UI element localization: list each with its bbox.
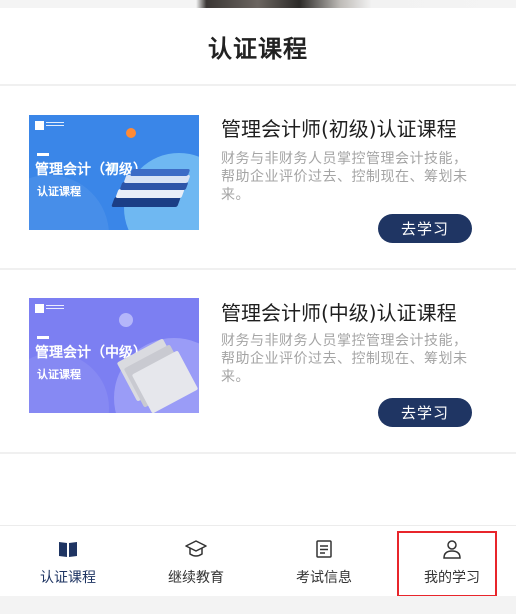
start-learning-button[interactable]: 去学习 — [378, 214, 472, 243]
tab-exam-info[interactable]: 考试信息 — [264, 526, 384, 596]
page-header: 认证课程 — [0, 8, 516, 84]
tab-label: 继续教育 — [168, 570, 224, 586]
tab-label: 我的学习 — [424, 570, 480, 586]
divider — [0, 452, 516, 454]
tab-continuing-education[interactable]: 继续教育 — [136, 526, 256, 596]
course-description: 财务与非财务人员掌控管理会计技能，帮助企业评价过去、控制现在、筹划未来。 — [221, 151, 468, 203]
course-thumbnail: 管理会计（中级） 认证课程 — [29, 298, 199, 413]
bottom-tab-bar: 认证课程 继续教育 考试信息 我的学习 — [0, 525, 516, 596]
tab-label: 考试信息 — [296, 570, 352, 586]
course-title: 管理会计师(初级)认证课程 — [221, 117, 457, 141]
start-learning-button[interactable]: 去学习 — [378, 398, 472, 427]
top-banner-image — [0, 0, 516, 8]
course-thumbnail: 管理会计（初级） 认证课程 — [29, 115, 199, 230]
course-card[interactable]: 管理会计（中级） 认证课程 管理会计师(中级)认证课程 财务与非财务人员掌控管理… — [0, 270, 516, 450]
tab-certification-courses[interactable]: 认证课程 — [8, 526, 128, 596]
course-description: 财务与非财务人员掌控管理会计技能，帮助企业评价过去、控制现在、筹划未来。 — [221, 333, 468, 385]
thumbnail-subtitle: 认证课程 — [37, 368, 81, 381]
course-card[interactable]: 管理会计（初级） 认证课程 管理会计师(初级)认证课程 财务与非财务人员掌控管理… — [0, 86, 516, 266]
thumbnail-subtitle: 认证课程 — [37, 185, 81, 198]
brand-logo — [35, 119, 65, 131]
user-icon — [441, 538, 463, 560]
brand-logo — [35, 302, 65, 314]
course-title: 管理会计师(中级)认证课程 — [221, 301, 457, 325]
tab-label: 认证课程 — [40, 570, 96, 586]
tab-my-learning[interactable]: 我的学习 — [392, 526, 512, 596]
book-icon — [57, 538, 79, 560]
document-icon — [313, 538, 335, 560]
page-title: 认证课程 — [208, 34, 308, 63]
bottom-strip — [0, 596, 516, 614]
graduation-cap-icon — [185, 538, 207, 560]
